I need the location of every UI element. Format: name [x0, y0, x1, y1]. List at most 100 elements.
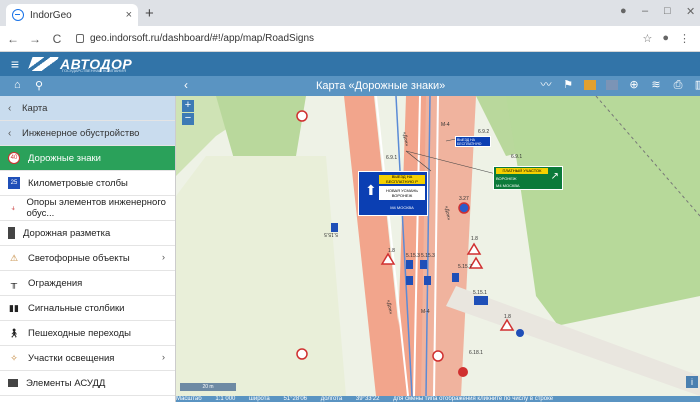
- globe-icon: [12, 9, 24, 21]
- sidebar-item-label: Сигнальные столбики: [28, 302, 125, 314]
- sign-label: 6.9.1: [386, 155, 398, 161]
- lighting-icon: ✧: [10, 352, 18, 363]
- sign-label: 5.15.3: [406, 253, 420, 259]
- sign-label: 6.18.1: [469, 350, 483, 356]
- logo-subtitle: ГОСУДАРСТВЕННАЯ КОМПАНИЯ: [62, 68, 127, 73]
- tab-close-button[interactable]: ×: [126, 9, 132, 21]
- road-sign-icon: 40: [8, 152, 20, 164]
- print-icon[interactable]: [606, 80, 618, 90]
- lat-label: широта: [249, 396, 270, 402]
- sidebar-item-fences[interactable]: ╥ Ограждения: [0, 271, 175, 296]
- map-canvas[interactable]: + − ⬆ ВЫЕЗД НА БЕСПЛАТНУЮ Р НОВАЯ УСМАНЬ…: [176, 96, 700, 396]
- window-close-button[interactable]: ✕: [686, 5, 695, 18]
- sidebar-item-signal-posts[interactable]: ▮▮ Сигнальные столбики: [0, 296, 175, 321]
- direction-sign-small[interactable]: ВЫЕЗД НА БЕСПЛАТНУЮ: [455, 136, 491, 147]
- sidebar-item-supports[interactable]: ⍖ Опоры элементов инженерного обус...: [0, 196, 175, 221]
- address-bar[interactable]: geo.indorsoft.ru/dashboard/#!/app/map/Ro…: [76, 33, 642, 44]
- sign-label: 6.9.2: [478, 129, 490, 135]
- target-icon[interactable]: ⊕: [628, 78, 640, 92]
- info-button[interactable]: i: [686, 376, 698, 388]
- profile-icon[interactable]: ●: [620, 5, 627, 17]
- sign-text-line2: М4 МОСКВА: [496, 183, 520, 188]
- field-area: [176, 156, 346, 396]
- sign-label: 1.8: [471, 236, 478, 242]
- sidebar-item-km-posts[interactable]: 25 Километровые столбы: [0, 171, 175, 196]
- km-post-icon: 25: [8, 177, 20, 189]
- minimize-button[interactable]: –: [642, 5, 648, 17]
- forward-icon[interactable]: →: [26, 32, 44, 46]
- flag-icon[interactable]: ⚑: [562, 78, 574, 92]
- sidebar-item-label: Дорожные знаки: [28, 152, 101, 164]
- app-header: ≡ АВТОДОР ГОСУДАРСТВЕННАЯ КОМПАНИЯ: [0, 52, 700, 76]
- sidebar-item-label: Инженерное обустройство: [22, 127, 140, 139]
- sidebar-item-engineering[interactable]: ‹ Инженерное обустройство: [0, 121, 175, 146]
- browser-menu-icon[interactable]: ⋮: [679, 32, 690, 45]
- search-icon[interactable]: ⚲: [35, 79, 43, 92]
- browser-tab[interactable]: IndorGeo ×: [6, 4, 138, 26]
- sign-text-line1: ВОРОНЕЖ: [496, 176, 517, 181]
- hamburger-menu-icon[interactable]: ≡: [0, 56, 30, 72]
- back-icon[interactable]: ←: [4, 32, 22, 46]
- reload-icon[interactable]: C: [48, 32, 66, 46]
- lock-icon: [76, 34, 84, 43]
- sidebar-item-label: Километровые столбы: [28, 177, 128, 189]
- export-icon[interactable]: ⎙: [672, 78, 684, 92]
- zoom-out-button[interactable]: −: [182, 113, 194, 125]
- sidebar-item-label: Светофорные объекты: [28, 252, 130, 264]
- sidebar: ‹ Карта ‹ Инженерное обустройство 40 Дор…: [0, 96, 176, 402]
- stack-icon[interactable]: ≋: [650, 78, 662, 92]
- sidebar-item-traffic-lights[interactable]: ⚠ Светофорные объекты ›: [0, 246, 175, 271]
- new-tab-button[interactable]: +: [145, 5, 154, 22]
- support-icon: ⍖: [10, 202, 16, 213]
- sidebar-item-label: Участки освещения: [28, 352, 115, 364]
- sidebar-item-label: Ограждения: [28, 277, 83, 289]
- sidebar-item-label: Опоры элементов инженерного обус...: [26, 197, 166, 219]
- scale-label: Масштаб: [176, 396, 202, 402]
- collapse-panel-icon[interactable]: ‹: [184, 78, 188, 92]
- lat-value[interactable]: 51°28'06: [283, 396, 307, 402]
- sidebar-item-pedestrian-crossings[interactable]: 🚶︎ Пешеходные переходы: [0, 321, 175, 346]
- sign-text-middle: НОВАЯ УСМАНЬ ВОРОНЕЖ: [379, 186, 425, 200]
- sign-label: 5.15.5: [324, 231, 338, 237]
- sidebar-item-road-signs[interactable]: 40 Дорожные знаки: [0, 146, 175, 171]
- sign-label: 5.15.7: [458, 264, 472, 270]
- maximize-button[interactable]: □: [664, 5, 671, 17]
- direction-sign-green[interactable]: ПЛАТНЫЙ УЧАСТОК ВОРОНЕЖ М4 МОСКВА ↗: [493, 166, 563, 190]
- sign-text-top: ВЫЕЗД НА БЕСПЛАТНУЮ Р: [379, 174, 425, 184]
- lon-value[interactable]: 39°33'22: [356, 396, 380, 402]
- toolbar: ⌂ ⚲ ‹ Карта «Дорожные знаки» 〰 ⚑ ⊕ ≋ ⎙ ▥: [0, 76, 700, 96]
- browser-tab-bar: IndorGeo × + ● – □ ✕: [0, 0, 700, 26]
- sign-text-top: ПЛАТНЫЙ УЧАСТОК: [496, 168, 548, 174]
- zoom-in-button[interactable]: +: [182, 100, 194, 112]
- home-icon[interactable]: ⌂: [14, 79, 21, 91]
- road-label: М-4: [441, 122, 450, 128]
- diagonal-arrow-icon: ↗: [550, 171, 559, 182]
- sidebar-item-map[interactable]: ‹ Карта: [0, 96, 175, 121]
- sign-label: 6.9.1: [511, 154, 523, 160]
- map-title: Карта «Дорожные знаки»: [316, 80, 446, 92]
- scale-value[interactable]: 1:1 000: [215, 396, 235, 402]
- bookmark-star-icon[interactable]: ☆: [642, 32, 652, 45]
- address-bar-row: ← → C geo.indorsoft.ru/dashboard/#!/app/…: [0, 26, 700, 52]
- sidebar-item-label: Элементы АСУДД: [26, 377, 106, 389]
- chevron-left-icon: ‹: [8, 127, 12, 139]
- direction-sign-large[interactable]: ⬆ ВЫЕЗД НА БЕСПЛАТНУЮ Р НОВАЯ УСМАНЬ ВОР…: [358, 171, 428, 216]
- account-icon[interactable]: ●: [662, 32, 669, 45]
- chevron-right-icon: ›: [161, 352, 165, 363]
- sidebar-item-road-marking[interactable]: Дорожная разметка: [0, 221, 175, 246]
- sidebar-item-asudd[interactable]: Элементы АСУДД: [0, 371, 175, 396]
- layers-icon[interactable]: [584, 80, 596, 90]
- logo-mark-icon: [27, 57, 59, 71]
- scale-bar: 20 m: [180, 383, 236, 391]
- status-bar: Масштаб 1:1 000 широта 51°28'06 долгота …: [176, 396, 700, 402]
- sidebar-item-label: Дорожная разметка: [23, 227, 111, 239]
- road-label: М-4: [421, 309, 430, 315]
- sign-label: 5.15.1: [473, 290, 487, 296]
- chevron-left-icon: ‹: [8, 102, 12, 114]
- line-chart-icon[interactable]: 〰: [540, 78, 552, 92]
- sidebar-item-lighting[interactable]: ✧ Участки освещения ›: [0, 346, 175, 371]
- sidebar-item-label: Карта: [22, 102, 48, 114]
- zoom-control: + −: [182, 100, 194, 126]
- map-background: [176, 96, 700, 396]
- bookshelf-icon[interactable]: ▥: [694, 78, 700, 92]
